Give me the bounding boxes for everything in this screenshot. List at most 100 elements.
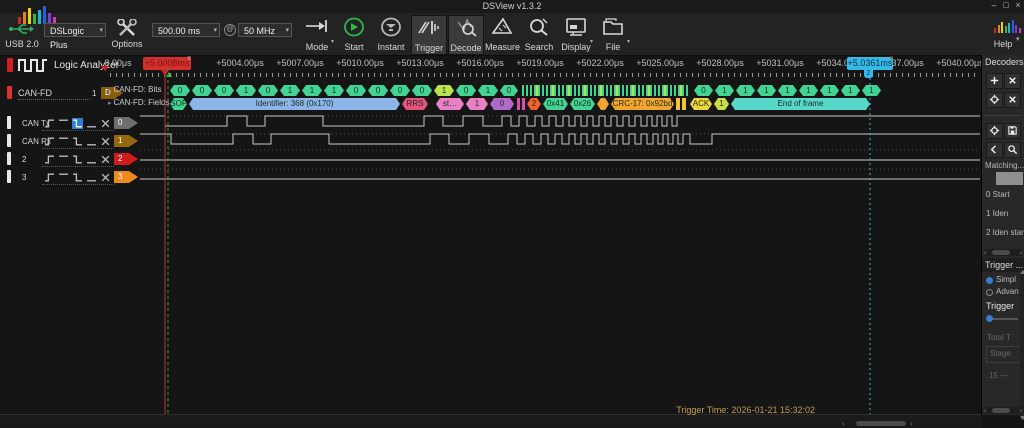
scroll-left-icon[interactable]: ‹ (984, 249, 987, 256)
decode-field-cell: st… (436, 98, 464, 110)
prev-match-button[interactable] (986, 142, 1003, 158)
decode-button[interactable]: Decode (448, 15, 484, 55)
channel-name-label[interactable]: 3 (22, 173, 26, 182)
trigger-any-icon[interactable] (100, 118, 111, 129)
trigger-low-icon[interactable] (86, 154, 97, 165)
duration-select[interactable]: 500.00 ms▾ (152, 23, 220, 37)
channel-badge[interactable]: 0 (114, 117, 138, 129)
panel-bottom-hscrollbar[interactable]: ‹ › (984, 407, 1022, 414)
trigger-high-icon[interactable] (58, 154, 69, 165)
slider-thumb[interactable] (986, 315, 993, 322)
panel-hscrollbar[interactable]: ‹ › (984, 249, 1022, 256)
trigger-cursor-box[interactable]: +5.0008ms x (143, 57, 191, 70)
cursor2-flag[interactable]: 2 (864, 70, 873, 78)
ruler-tick (632, 73, 633, 77)
save-icon[interactable] (1004, 123, 1021, 139)
trigger-falling-icon[interactable] (72, 118, 83, 129)
decode-field-cell (517, 98, 520, 110)
ruler-tick (920, 73, 921, 77)
display-button[interactable]: Display▾ (559, 15, 593, 53)
device-color-indicator (7, 58, 13, 72)
minimize-button[interactable]: – (988, 0, 1000, 10)
scroll-right-icon[interactable]: › (910, 420, 913, 427)
trigger-high-icon[interactable] (58, 172, 69, 183)
channel-name-label[interactable]: 2 (22, 155, 26, 164)
start-button[interactable]: Start (337, 15, 371, 53)
trigger-high-icon[interactable] (58, 136, 69, 147)
add-decoder-button[interactable] (986, 73, 1003, 89)
ruler-tick (944, 73, 945, 77)
trigger-low-icon[interactable] (86, 136, 97, 147)
trace-hscrollbar[interactable]: ‹ › (0, 420, 981, 427)
measure-button[interactable]: Measure (485, 15, 519, 53)
trigger-falling-icon[interactable] (72, 136, 83, 147)
trigger-any-icon[interactable] (100, 136, 111, 147)
cursor2-box[interactable]: +5.0361ms x (847, 57, 893, 70)
matching-list-item[interactable]: 2 Iden star (986, 228, 1024, 237)
channel-badge[interactable]: 2 (114, 153, 138, 165)
scroll-right-icon[interactable]: › (1019, 249, 1022, 256)
advanced-trigger-radio[interactable] (986, 289, 993, 296)
maximize-button[interactable]: □ (1000, 0, 1012, 10)
trigger-rising-icon[interactable] (44, 154, 55, 165)
search-match-icon[interactable] (1004, 142, 1021, 158)
ruler-tick (968, 73, 969, 77)
panel-vscrollbar[interactable] (1020, 270, 1024, 420)
file-button[interactable]: File▾ (596, 15, 630, 53)
scroll-left-icon[interactable]: ‹ (842, 420, 845, 427)
trigger-rising-icon[interactable] (44, 172, 55, 183)
decoder-name-label[interactable]: CAN-FD (18, 88, 52, 98)
protocol-settings-button[interactable] (986, 123, 1003, 139)
trigger-low-icon[interactable] (86, 118, 97, 129)
ruler-tick (758, 73, 759, 77)
scroll-down-icon[interactable] (1020, 416, 1024, 420)
matching-list-item[interactable]: 0 Start (986, 190, 1024, 199)
trigger-any-icon[interactable] (100, 154, 111, 165)
ruler-tick (512, 73, 513, 77)
trigger-low-icon[interactable] (86, 172, 97, 183)
decode-field-cell: 0x41 (543, 98, 568, 110)
trigger-rising-icon[interactable] (44, 118, 55, 129)
matching-list-item[interactable]: 1 Iden (986, 209, 1024, 218)
simple-trigger-radio[interactable] (986, 277, 993, 284)
close-icon[interactable]: x (890, 55, 894, 62)
close-icon[interactable]: x (188, 55, 192, 62)
ruler-tick (338, 73, 339, 77)
sample-rate-select[interactable]: 50 MHz▾ (238, 23, 292, 37)
ruler-tick (206, 73, 207, 77)
scroll-right-icon[interactable]: › (1019, 407, 1022, 414)
trigger-position-slider[interactable] (986, 318, 1018, 320)
decode-bit-cell: 0 (170, 85, 190, 96)
trigger-any-icon[interactable] (100, 172, 111, 183)
instant-button[interactable]: Instant (374, 15, 408, 53)
ruler-tick (770, 73, 771, 77)
panel-title: Decoders (985, 57, 1024, 67)
ruler-tick (788, 73, 789, 77)
ruler-tick (524, 73, 525, 77)
close-button[interactable]: × (1012, 0, 1024, 10)
trigger-button[interactable]: Trigger (411, 15, 447, 55)
scroll-up-icon[interactable] (1020, 270, 1024, 274)
ruler-tick (464, 73, 465, 77)
remove-decoder-button[interactable] (1004, 73, 1021, 89)
decode-field-cell: Identifier: 368 (0x170) (189, 98, 400, 110)
device-select[interactable]: DSLogic Plus▾ (44, 23, 106, 37)
search-button[interactable]: Search (522, 15, 556, 53)
ruler-tick (722, 73, 723, 77)
scroll-left-icon[interactable]: ‹ (984, 407, 987, 414)
matching-select[interactable] (996, 172, 1023, 185)
mode-button[interactable]: Mode▾ (300, 15, 334, 53)
trigger-rising-icon[interactable] (44, 136, 55, 147)
trigger-falling-icon[interactable] (72, 172, 83, 183)
channel-badge[interactable]: 1 (114, 135, 138, 147)
trigger-falling-icon[interactable] (72, 154, 83, 165)
channel-badge[interactable]: 3 (114, 171, 138, 183)
display-icon (565, 17, 587, 36)
decoder-options-button[interactable] (986, 92, 1003, 108)
trigger-high-icon[interactable] (58, 118, 69, 129)
logic-analyzer-icon (18, 58, 48, 77)
remove-all-button[interactable] (1004, 92, 1021, 108)
ruler-tick (242, 73, 243, 77)
ruler-tick (956, 73, 957, 77)
help-button[interactable]: Help (986, 39, 1020, 49)
